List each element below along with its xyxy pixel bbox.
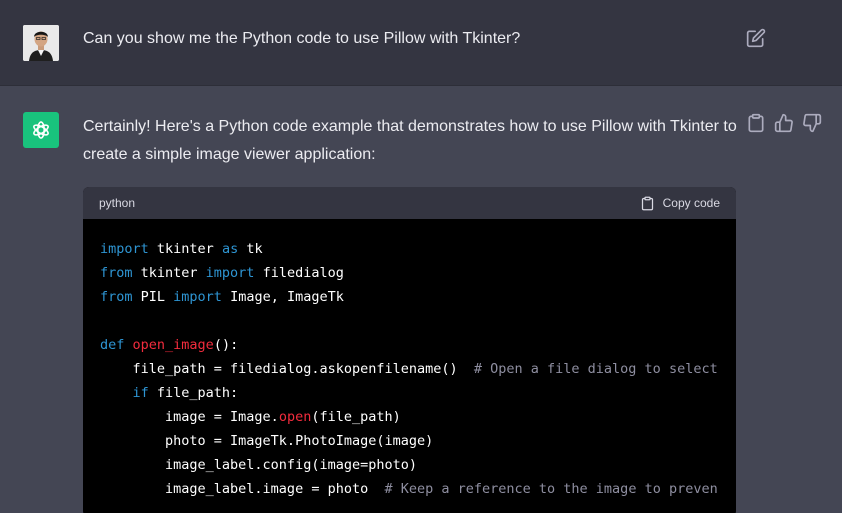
- edit-icon[interactable]: [746, 28, 766, 48]
- code-token: image_label.config(image=photo): [100, 457, 417, 473]
- user-message-row: Can you show me the Python code to use P…: [0, 0, 842, 86]
- code-token: def: [100, 337, 125, 353]
- user-avatar: [23, 25, 59, 61]
- code-token: if: [132, 385, 149, 401]
- code-token: open_image: [132, 337, 214, 353]
- code-token: import: [173, 289, 222, 305]
- user-message-text: Can you show me the Python code to use P…: [83, 30, 521, 47]
- code-line: image_label.image = photo # Keep a refer…: [100, 477, 719, 501]
- copy-icon: [640, 196, 655, 211]
- code-line: image_label.config(image=photo): [100, 453, 719, 477]
- code-line: image = Image.open(file_path): [100, 405, 719, 429]
- code-line: from PIL import Image, ImageTk: [100, 285, 719, 309]
- code-token: from: [100, 289, 133, 305]
- code-token: filedialog: [254, 265, 344, 281]
- code-token: as: [221, 241, 239, 257]
- code-block: python Copy code import tkinter as tk fro…: [83, 187, 736, 513]
- code-token: Image, ImageTk: [221, 289, 344, 305]
- code-token: ():: [213, 337, 239, 353]
- openai-logo-icon: [23, 112, 59, 148]
- code-token: tkinter: [132, 265, 206, 281]
- assistant-message-text: Certainly! Here's a Python code example …: [83, 118, 737, 163]
- code-line: file_path = filedialog.askopenfilename()…: [100, 357, 719, 381]
- code-line: import tkinter as tk: [100, 237, 719, 261]
- code-token: file_path:: [148, 385, 239, 401]
- code-token: from: [100, 265, 133, 281]
- code-token: (file_path): [311, 409, 401, 425]
- code-content: import tkinter as tk from tkinter import …: [83, 219, 736, 513]
- code-token: # Open a file dialog to select: [473, 361, 718, 377]
- code-line: photo = ImageTk.PhotoImage(image): [100, 429, 719, 453]
- thumbs-down-icon[interactable]: [802, 113, 822, 133]
- code-token: photo = ImageTk.PhotoImage(image): [100, 433, 434, 449]
- code-language-label: python: [99, 196, 136, 210]
- code-line: from tkinter import filedialog: [100, 261, 719, 285]
- clipboard-icon[interactable]: [746, 113, 766, 133]
- code-token: import: [205, 265, 255, 281]
- code-token: file_path = filedialog.askopenfilename(): [100, 361, 474, 377]
- code-token: image_label.image = photo: [100, 481, 385, 497]
- code-token: tkinter: [148, 241, 222, 257]
- code-token: PIL: [132, 289, 174, 305]
- assistant-message-row: Certainly! Here's a Python code example …: [0, 87, 842, 513]
- code-token: tk: [238, 241, 263, 257]
- code-token: open: [278, 409, 312, 425]
- message-actions: [746, 113, 822, 133]
- copy-code-button[interactable]: Copy code: [640, 196, 720, 211]
- code-header: python Copy code: [83, 187, 736, 219]
- code-line: if file_path:: [100, 381, 719, 405]
- code-line: def open_image():: [100, 333, 719, 357]
- thumbs-up-icon[interactable]: [774, 113, 794, 133]
- code-token: import: [100, 241, 149, 257]
- code-token: # Keep a reference to the image to preve…: [384, 481, 718, 497]
- code-token: image = Image.: [100, 409, 279, 425]
- copy-code-label: Copy code: [662, 196, 720, 210]
